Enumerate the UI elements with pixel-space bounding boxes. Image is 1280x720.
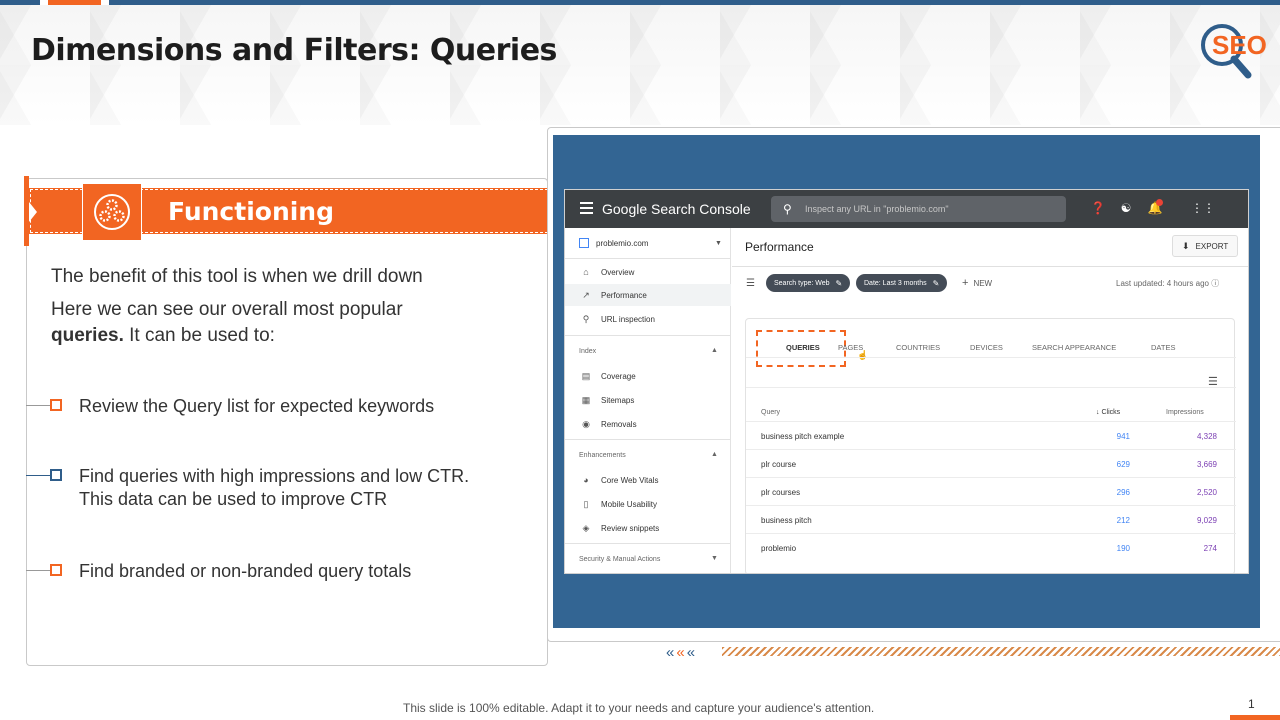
page-title: Performance	[745, 240, 814, 254]
caret-down-icon[interactable]: ▼	[711, 555, 718, 562]
nav-review-snippets[interactable]: ◈ Review snippets	[565, 517, 731, 539]
checkbox-icon	[50, 564, 62, 576]
plus-icon: +	[962, 277, 969, 289]
bullet-item: Review the Query list for expected keywo…	[26, 395, 434, 418]
table-row[interactable]: plr courses 296 2,520	[746, 477, 1236, 505]
search-icon: ⚲	[582, 313, 590, 324]
home-icon: ⌂	[583, 267, 589, 277]
property-icon	[579, 238, 589, 248]
functioning-card	[26, 178, 548, 666]
section-security: Security & Manual Actions	[579, 556, 661, 563]
trend-icon: ↗	[582, 289, 590, 300]
eye-off-icon: ◉	[582, 418, 590, 429]
tab-dates[interactable]: DATES	[1151, 343, 1175, 352]
bullet-text: Find branded or non-branded query totals	[79, 561, 412, 581]
layers-icon: ◈	[582, 522, 590, 533]
table-row[interactable]: problemio 190 274	[746, 533, 1236, 561]
bullet-item: Find queries with high impressions and l…	[26, 465, 499, 511]
functioning-heading: Functioning	[168, 197, 335, 226]
page-number-bar	[1230, 715, 1280, 720]
menu-icon[interactable]	[580, 202, 593, 217]
caret-down-icon[interactable]: ▼	[715, 240, 722, 247]
search-type-chip[interactable]: Search type: Web ✎	[766, 274, 851, 292]
gsc-top-bar: Google Search Console ⚲ Inspect any URL …	[565, 190, 1248, 228]
table-row[interactable]: plr course 629 3,669	[746, 449, 1236, 477]
users-icon[interactable]: ☯	[1118, 201, 1134, 215]
info-icon: ⓘ	[1211, 279, 1220, 288]
results-card: QUERIES PAGES COUNTRIES DEVICES SEARCH A…	[745, 318, 1236, 573]
notification-badge	[1156, 199, 1163, 206]
export-button[interactable]: ⬇ EXPORT	[1172, 235, 1239, 257]
edit-icon: ✎	[932, 278, 940, 288]
slide-title: Dimensions and Filters: Queries	[31, 33, 557, 68]
checkbox-icon	[50, 399, 62, 411]
banner-notch	[29, 202, 37, 222]
help-icon[interactable]: ❓	[1090, 201, 1106, 215]
search-icon: ⚲	[783, 202, 792, 216]
nav-performance[interactable]: ↗ Performance	[565, 284, 731, 306]
table-row[interactable]: business pitch example 941 4,328	[746, 421, 1236, 449]
bullet-item: Find branded or non-branded query totals	[26, 560, 411, 583]
edit-icon: ✎	[835, 278, 843, 288]
tab-queries[interactable]: QUERIES	[786, 343, 820, 352]
nav-overview[interactable]: ⌂ Overview	[565, 261, 731, 283]
section-index: Index	[579, 348, 597, 355]
column-header-clicks[interactable]: ↓ Clicks	[1096, 409, 1120, 416]
gsc-brand: Google Search Console	[602, 201, 751, 217]
tab-search-appearance[interactable]: SEARCH APPEARANCE	[1032, 343, 1116, 352]
intro-line: The benefit of this tool is when we dril…	[51, 266, 423, 287]
nav-sitemaps[interactable]: ▦ Sitemaps	[565, 389, 731, 411]
checkbox-icon	[50, 469, 62, 481]
decorative-chevrons-icon: «««	[666, 644, 698, 661]
caret-up-icon[interactable]: ▲	[711, 451, 718, 458]
last-updated: Last updated: 4 hours ago ⓘ	[1116, 279, 1220, 288]
nav-mobile-usability[interactable]: ▯ Mobile Usability	[565, 493, 731, 515]
nav-url-inspection[interactable]: ⚲ URL inspection	[565, 308, 731, 330]
bullet-text: Find queries with high impressions and l…	[79, 466, 470, 509]
gsc-main: Performance ⬇ EXPORT ☰ Search type: Web ✎ …	[732, 228, 1248, 573]
intro-bold-term: queries.	[51, 325, 124, 346]
nav-coverage[interactable]: ▤ Coverage	[565, 365, 731, 387]
search-console-screenshot: Google Search Console ⚲ Inspect any URL …	[564, 189, 1249, 574]
intro-paragraph: Here we can see our overall most popular…	[51, 297, 491, 349]
url-inspect-search[interactable]: ⚲ Inspect any URL in "problemio.com"	[771, 196, 1066, 222]
property-selector[interactable]: problemio.com	[579, 238, 648, 248]
property-name: problemio.com	[596, 238, 649, 248]
page-number: 1	[1248, 697, 1255, 711]
nav-removals[interactable]: ◉ Removals	[565, 413, 731, 435]
tab-devices[interactable]: DEVICES	[970, 343, 1003, 352]
table-row[interactable]: business pitch 212 9,029	[746, 505, 1236, 533]
caret-up-icon[interactable]: ▲	[711, 347, 718, 354]
footer-note: This slide is 100% editable. Adapt it to…	[403, 701, 875, 715]
column-header-impressions[interactable]: Impressions	[1166, 409, 1204, 416]
gears-icon	[82, 183, 142, 241]
document-icon: ▤	[581, 370, 591, 381]
intro-tail: It can be used to:	[123, 325, 275, 346]
seo-logo-text: SEO	[1212, 30, 1267, 60]
seo-logo: SEO	[1198, 20, 1270, 82]
nav-core-web-vitals[interactable]: ◕ Core Web Vitals	[565, 469, 731, 491]
search-placeholder: Inspect any URL in "problemio.com"	[805, 204, 949, 214]
gauge-icon: ◕	[583, 475, 589, 485]
sort-down-icon: ↓	[1096, 409, 1100, 416]
tab-countries[interactable]: COUNTRIES	[896, 343, 940, 352]
sitemap-icon: ▦	[581, 394, 591, 405]
new-filter-button[interactable]: + NEW	[962, 277, 992, 289]
cursor-icon: ☝	[857, 350, 869, 360]
column-header-query[interactable]: Query	[761, 409, 780, 416]
filter-icon[interactable]: ☰	[746, 278, 755, 289]
decorative-stripe	[722, 647, 1280, 656]
phone-icon: ▯	[583, 498, 589, 509]
download-icon: ⬇	[1182, 240, 1190, 251]
bullet-text: Review the Query list for expected keywo…	[79, 396, 435, 416]
intro-text: Here we can see our overall most popular	[51, 299, 403, 320]
apps-grid-icon[interactable]: ⋮⋮	[1191, 201, 1215, 215]
section-enhancements: Enhancements	[579, 452, 626, 459]
date-chip[interactable]: Date: Last 3 months ✎	[856, 274, 948, 292]
gsc-sidebar: problemio.com ▼ ⌂ Overview ↗ Performance ⚲…	[565, 228, 731, 573]
